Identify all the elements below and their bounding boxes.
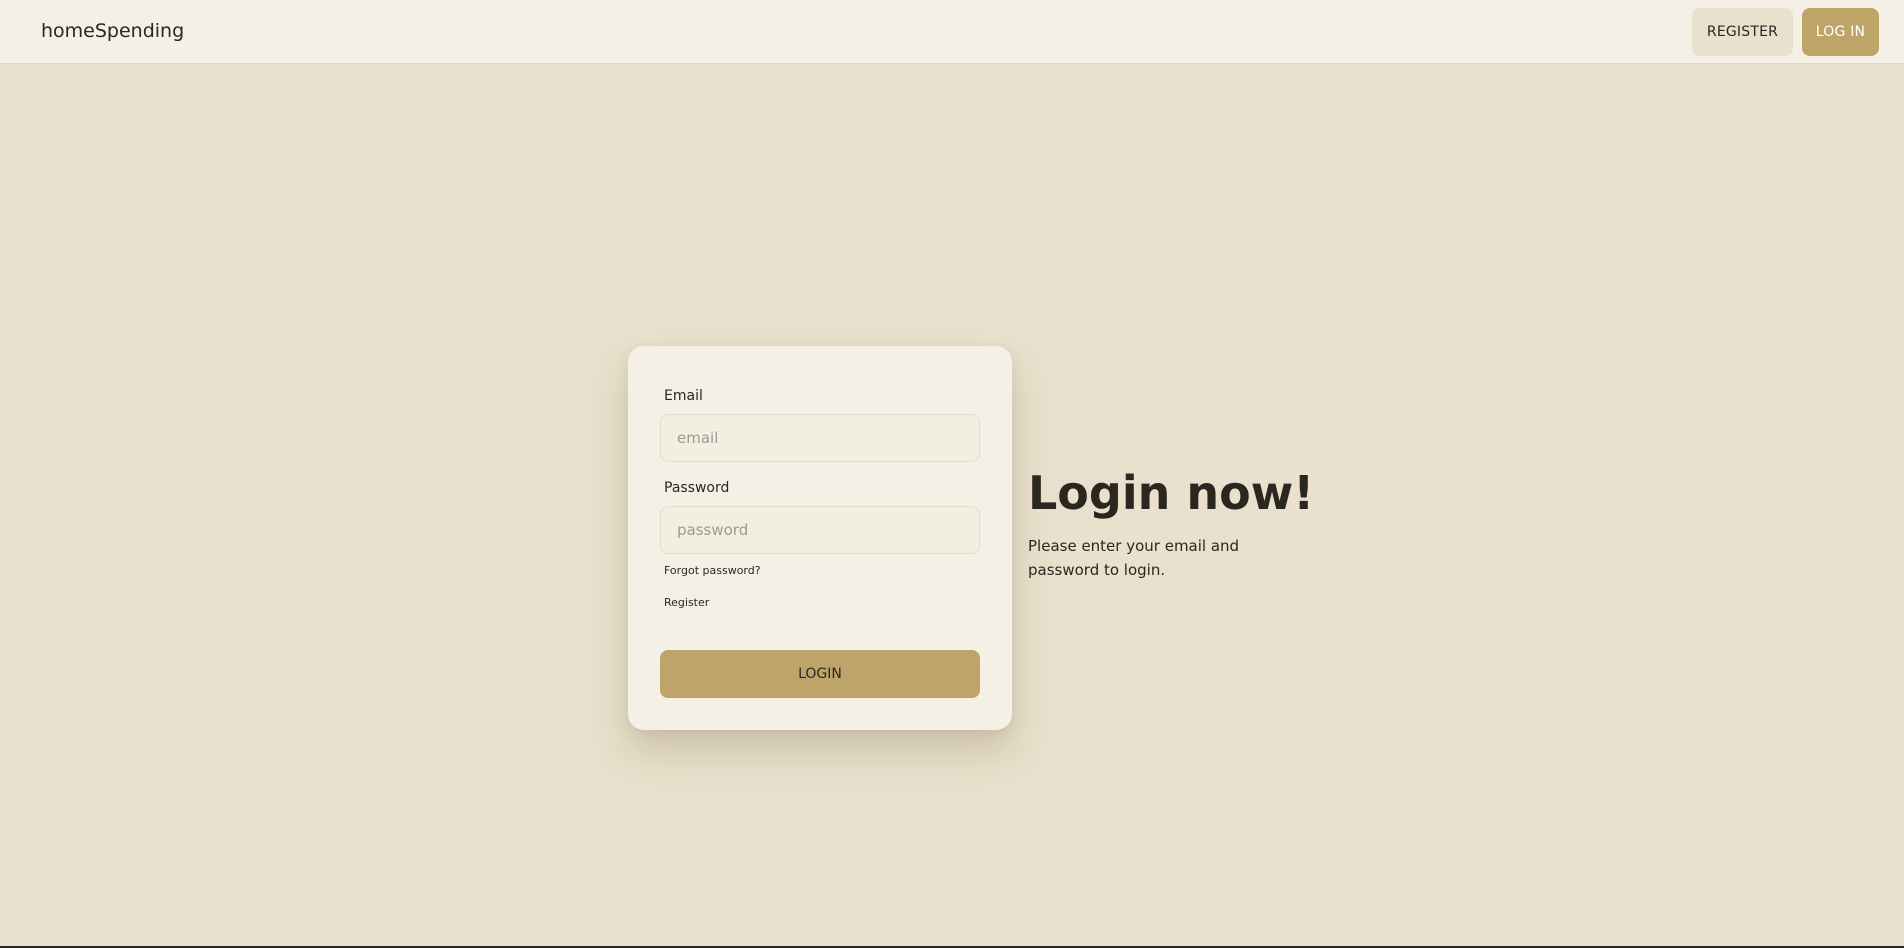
email-input[interactable] (660, 414, 980, 462)
nav-login-button[interactable]: LOG IN (1802, 8, 1879, 56)
login-submit-button[interactable]: LOGIN (660, 650, 980, 698)
top-navbar: homeSpending REGISTER LOG IN (0, 0, 1904, 64)
email-label: Email (664, 388, 703, 404)
password-input[interactable] (660, 506, 980, 554)
hero-subtitle: Please enter your email and password to … (1028, 537, 1240, 579)
brand-logo-text[interactable]: homeSpending (41, 20, 184, 42)
hero-title: Login now! (1028, 466, 1315, 520)
login-card: Email Password Forgot password? Register… (628, 346, 1012, 730)
register-link[interactable]: Register (664, 596, 709, 609)
password-label: Password (664, 480, 730, 496)
forgot-password-link[interactable]: Forgot password? (664, 564, 761, 577)
nav-register-button[interactable]: REGISTER (1692, 8, 1793, 56)
hero-section: Login now! Please enter your email and p… (1028, 462, 1315, 582)
